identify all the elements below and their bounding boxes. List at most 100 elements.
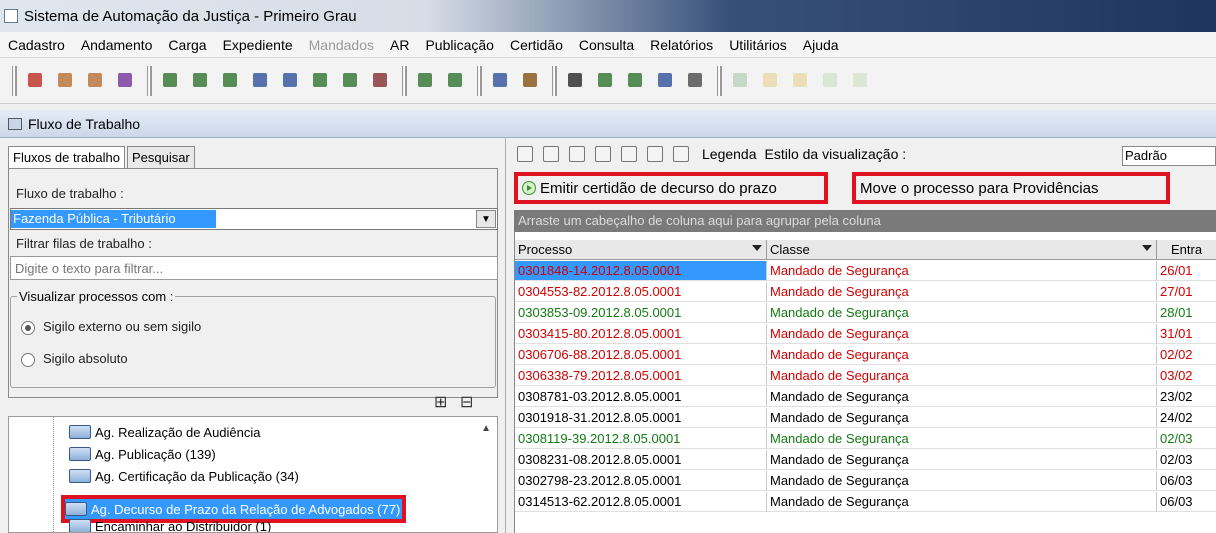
table-row[interactable]: 0304553-82.2012.8.05.0001 Mandado de Segu… [515,282,1216,302]
table-row[interactable]: 0306706-88.2012.8.05.0001 Mandado de Segu… [515,345,1216,365]
tree-item[interactable]: Ag. Publicação (139) [69,443,216,465]
toolbar-button-1-0[interactable] [160,70,182,92]
tree-item[interactable]: Ag. Certificação da Publicação (34) [69,465,299,487]
table-row[interactable]: 0301848-14.2012.8.05.0001 Mandado de Segu… [515,261,1216,281]
radio-sigilo-externo[interactable] [21,321,35,335]
table-row[interactable]: 0301918-31.2012.8.05.0001 Mandado de Segu… [515,408,1216,428]
refresh-icon[interactable] [543,146,559,162]
print-icon[interactable] [647,146,663,162]
menu-item-3[interactable]: Expediente [215,37,301,53]
menu-item-5[interactable]: AR [382,37,417,53]
expand-tree-icon[interactable]: ⊞ [434,392,447,412]
toolbar-button-5-1[interactable] [760,70,782,92]
toolbar-button-0-1[interactable] [55,70,77,92]
menu-item-1[interactable]: Andamento [73,37,161,53]
queue-icon [65,502,87,516]
cell-classe: Mandado de Segurança [767,345,1157,365]
toolbar-icon [373,72,387,87]
toolbar-button-1-4[interactable] [280,70,302,92]
tree-item[interactable]: Encaminhar ao Distribuidor (1) [69,515,271,532]
tree-item[interactable]: Ag. Realização de Audiência [69,421,261,443]
radio-sigilo-externo-label: Sigilo externo ou sem sigilo [43,319,202,334]
toolbar-button-3-1[interactable] [520,70,542,92]
menu-item-4[interactable]: Mandados [301,37,382,53]
cell-processo: 0306338-79.2012.8.05.0001 [515,366,767,386]
column-entrada[interactable]: Entra [1157,240,1216,260]
menu-item-8[interactable]: Consulta [571,37,642,53]
export-icon[interactable] [621,146,637,162]
table-row[interactable]: 0303415-80.2012.8.05.0001 Mandado de Segu… [515,324,1216,344]
toolbar-button-4-4[interactable] [685,70,707,92]
toolbar-icon [28,72,42,87]
menu-item-9[interactable]: Relatórios [642,37,721,53]
toolbar-button-4-0[interactable] [565,70,587,92]
move-process-button[interactable]: Move o processo para Providências [852,172,1170,204]
menu-item-6[interactable]: Publicação [417,37,502,53]
toolbar-button-1-1[interactable] [190,70,212,92]
window-icon[interactable] [569,146,585,162]
filter-dropdown-icon[interactable] [752,245,762,251]
table-row[interactable]: 0308119-39.2012.8.05.0001 Mandado de Segu… [515,429,1216,449]
toolbar-button-1-6[interactable] [340,70,362,92]
table-row[interactable]: 0308781-03.2012.8.05.0001 Mandado de Segu… [515,387,1216,407]
chevron-down-icon[interactable]: ▼ [476,210,496,228]
cell-processo: 0314513-62.2012.8.05.0001 [515,492,767,512]
toolbar-button-4-3[interactable] [655,70,677,92]
scroll-up-icon[interactable]: ▲ [481,423,491,434]
toolbar-button-1-5[interactable] [310,70,332,92]
toolbar-button-5-3[interactable] [820,70,842,92]
toolbar-button-0-0[interactable] [25,70,47,92]
filter-dropdown-icon[interactable] [1142,245,1152,251]
toolbar-button-2-1[interactable] [445,70,467,92]
toolbar-button-5-2[interactable] [790,70,812,92]
emit-certificate-button[interactable]: Emitir certidão de decurso do prazo [514,172,828,204]
toolbar-button-0-2[interactable] [85,70,107,92]
search-icon[interactable] [673,146,689,162]
toolbar-button-0-3[interactable] [115,70,137,92]
table-row[interactable]: 0314513-62.2012.8.05.0001 Mandado de Segu… [515,492,1216,512]
queue-icon [69,425,91,439]
grid-header: Processo Classe Entra [515,240,1216,260]
table-row[interactable]: 0306338-79.2012.8.05.0001 Mandado de Segu… [515,366,1216,386]
menu-item-0[interactable]: Cadastro [0,37,73,53]
right-pane: Legenda Estilo da visualização : Padrão … [512,138,1216,533]
tree-item-label: Ag. Certificação da Publicação (34) [95,468,299,484]
group-by-area[interactable]: Arraste um cabeçalho de coluna aqui para… [514,210,1216,232]
legend-button[interactable]: Legenda [702,146,757,162]
menu-item-2[interactable]: Carga [160,37,214,53]
tab-pesquisar[interactable]: Pesquisar [126,146,195,168]
emit-certificate-label: Emitir certidão de decurso do prazo [540,179,777,197]
flow-select[interactable]: Fazenda Pública - Tributário ▼ [10,208,498,230]
table-row[interactable]: 0302798-23.2012.8.05.0001 Mandado de Segu… [515,471,1216,491]
menu-item-11[interactable]: Ajuda [795,37,847,53]
toolbar-button-1-3[interactable] [250,70,272,92]
menu-item-10[interactable]: Utilitários [721,37,795,53]
filter-input[interactable] [10,256,498,280]
style-select[interactable]: Padrão [1122,146,1216,166]
tab-fluxos[interactable]: Fluxos de trabalho [8,146,125,170]
toolbar-icon [763,72,777,87]
column-processo[interactable]: Processo [515,240,767,260]
toolbar-icon [283,72,297,87]
folder-icon[interactable] [517,146,533,162]
copy-icon[interactable] [595,146,611,162]
cell-entrada: 28/01 [1157,303,1216,323]
toolbar-button-1-2[interactable] [220,70,242,92]
toolbar-button-4-2[interactable] [625,70,647,92]
radio-sigilo-absoluto[interactable] [21,353,35,367]
column-processo-label: Processo [518,242,573,257]
collapse-tree-icon[interactable]: ⊟ [460,392,473,412]
toolbar-button-2-0[interactable] [415,70,437,92]
toolbar-button-5-0[interactable] [730,70,752,92]
toolbar-button-4-1[interactable] [595,70,617,92]
menu-item-7[interactable]: Certidão [502,37,571,53]
toolbar-icon [598,72,612,87]
toolbar-button-3-0[interactable] [490,70,512,92]
toolbar-button-5-4[interactable] [850,70,872,92]
toolbar-button-1-7[interactable] [370,70,392,92]
table-row[interactable]: 0303853-09.2012.8.05.0001 Mandado de Segu… [515,303,1216,323]
cell-entrada: 06/03 [1157,471,1216,491]
column-classe[interactable]: Classe [767,240,1157,260]
tree-line [53,417,54,532]
table-row[interactable]: 0308231-08.2012.8.05.0001 Mandado de Segu… [515,450,1216,470]
